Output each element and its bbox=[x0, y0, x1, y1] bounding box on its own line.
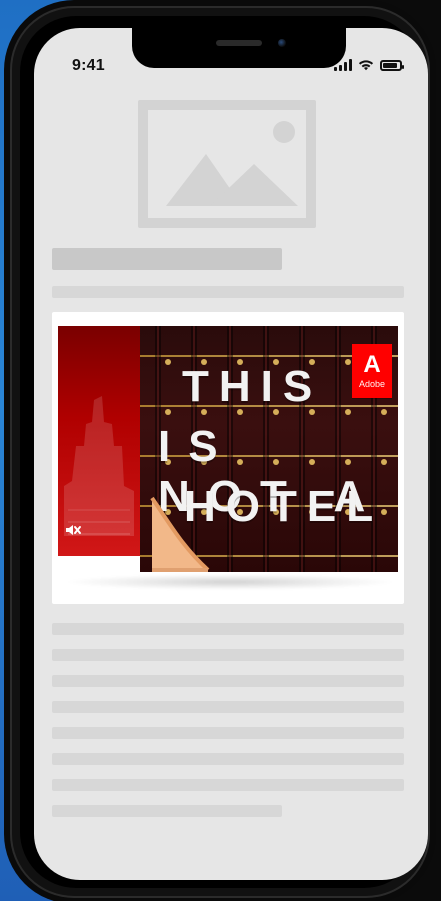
front-camera bbox=[278, 39, 286, 47]
content-skeleton-4 bbox=[52, 701, 404, 713]
battery-level bbox=[383, 62, 397, 68]
brand-mark: A bbox=[363, 351, 381, 378]
content-skeleton-1 bbox=[52, 623, 404, 635]
battery-icon bbox=[380, 59, 404, 71]
status-time: 9:41 bbox=[72, 57, 105, 74]
product-box-side bbox=[58, 326, 140, 556]
brand-name: Adobe bbox=[358, 379, 386, 389]
subtitle-skeleton bbox=[52, 286, 404, 298]
title-skeleton bbox=[52, 248, 282, 270]
phone-screen: 9:41 THIS IS NOT A HOTEL A Adobe bbox=[34, 28, 428, 880]
content-skeleton-5 bbox=[52, 727, 404, 739]
content-skeleton-6 bbox=[52, 753, 404, 765]
signal-icon bbox=[334, 59, 352, 71]
content-skeleton-7 bbox=[52, 779, 404, 791]
image-placeholder-icon bbox=[138, 100, 316, 228]
content-skeleton-2 bbox=[52, 649, 404, 661]
content-skeleton-8 bbox=[52, 805, 282, 817]
headline-line-1: THIS bbox=[182, 362, 323, 411]
product-shadow bbox=[64, 574, 396, 590]
wifi-icon bbox=[358, 59, 374, 71]
ramp-graphic bbox=[150, 496, 210, 572]
notch bbox=[132, 28, 346, 68]
mute-icon[interactable] bbox=[64, 521, 82, 539]
speaker bbox=[216, 40, 262, 46]
phone-frame: 9:41 THIS IS NOT A HOTEL A Adobe bbox=[10, 6, 430, 898]
brand-badge: A Adobe bbox=[352, 344, 392, 398]
status-icons bbox=[334, 57, 404, 73]
content-skeleton-3 bbox=[52, 675, 404, 687]
promo-image[interactable]: THIS IS NOT A HOTEL A Adobe bbox=[52, 312, 404, 604]
